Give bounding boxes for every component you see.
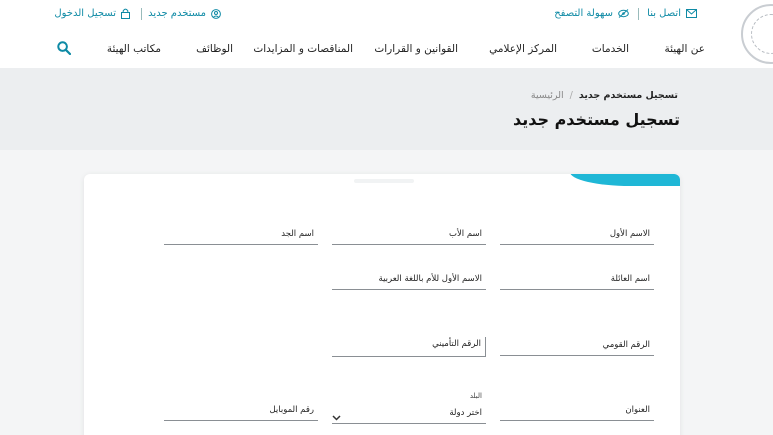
contact-link[interactable]: اتصل بنا (647, 8, 697, 19)
insurance-number-label: الرقم التأميني (432, 339, 481, 349)
mother-first-name-label: الاسم الأول للأم باللغة العربية (378, 274, 482, 284)
country-label: البلد (469, 392, 482, 400)
accessibility-link[interactable]: سهولة التصفح (554, 8, 629, 19)
top-bar: اتصل بنا سهولة التصفح مستخدم جديد تسجيل … (0, 0, 773, 30)
nav-item-jobs[interactable]: الوظائف (196, 43, 233, 55)
breadcrumb-separator: / (569, 90, 573, 101)
main-nav: عن الهيئة الخدمات المركز الإعلامي القوان… (0, 30, 773, 68)
breadcrumb-current: تسجيل مستخدم جديد (578, 90, 678, 101)
login-label: تسجيل الدخول (54, 8, 116, 19)
nav-item-offices[interactable]: مكاتب الهيئة (107, 43, 161, 55)
mobile-label: رقم الموبايل (269, 405, 314, 415)
grandfather-name-field[interactable]: اسم الجد (164, 227, 318, 245)
registration-form-card: الاسم الأول اسم الأب اسم الجد اسم العائل… (84, 174, 680, 435)
grandfather-name-label: اسم الجد (281, 229, 314, 239)
national-id-field[interactable]: الرقم القومي (500, 338, 654, 356)
nav-item-media-center[interactable]: المركز الإعلامي (489, 43, 557, 55)
login-link[interactable]: تسجيل الدخول (54, 8, 130, 19)
nav-item-services[interactable]: الخدمات (592, 43, 629, 55)
new-user-label: مستخدم جديد (148, 8, 206, 19)
card-decoration (354, 179, 414, 183)
nav-item-laws[interactable]: القوانين و القرارات (374, 43, 458, 55)
new-user-link[interactable]: مستخدم جديد (148, 8, 221, 19)
breadcrumb-home[interactable]: الرئيسية (531, 90, 564, 101)
divider (141, 8, 142, 20)
chevron-down-icon (332, 406, 341, 425)
user-circle-icon (211, 8, 221, 19)
country-select[interactable]: البلد اختر دولة (332, 392, 486, 425)
address-field[interactable]: العنوان (500, 403, 654, 421)
lock-icon (121, 8, 130, 19)
family-name-label: اسم العائلة (610, 274, 650, 284)
national-id-label: الرقم القومي (602, 340, 650, 350)
breadcrumb: تسجيل مستخدم جديد / الرئيسية (531, 90, 678, 101)
first-name-label: الاسم الأول (609, 229, 650, 239)
search-icon[interactable] (57, 40, 72, 59)
address-label: العنوان (625, 405, 650, 415)
logo-seal-inner (751, 14, 773, 54)
father-name-label: اسم الأب (448, 229, 482, 239)
breadcrumb-banner: تسجيل مستخدم جديد / الرئيسية تسجيل مستخد… (0, 68, 773, 150)
nav-item-about[interactable]: عن الهيئة (664, 43, 705, 55)
father-name-field[interactable]: اسم الأب (332, 227, 486, 245)
eye-slash-icon (618, 9, 629, 18)
contact-label: اتصل بنا (647, 8, 681, 19)
card-accent-shape (570, 174, 680, 186)
mobile-field[interactable]: رقم الموبايل (164, 403, 318, 421)
divider (638, 8, 639, 20)
envelope-icon (686, 9, 697, 18)
nav-item-tenders[interactable]: المناقصات و المزايدات (253, 43, 353, 55)
insurance-number-field[interactable]: الرقم التأميني (332, 337, 486, 357)
first-name-field[interactable]: الاسم الأول (500, 227, 654, 245)
accessibility-label: سهولة التصفح (554, 8, 613, 19)
country-selected-value: اختر دولة (449, 408, 482, 418)
mother-first-name-field[interactable]: الاسم الأول للأم باللغة العربية (332, 272, 486, 290)
page-title: تسجيل مستخدم جديد (512, 110, 680, 129)
family-name-field[interactable]: اسم العائلة (500, 272, 654, 290)
